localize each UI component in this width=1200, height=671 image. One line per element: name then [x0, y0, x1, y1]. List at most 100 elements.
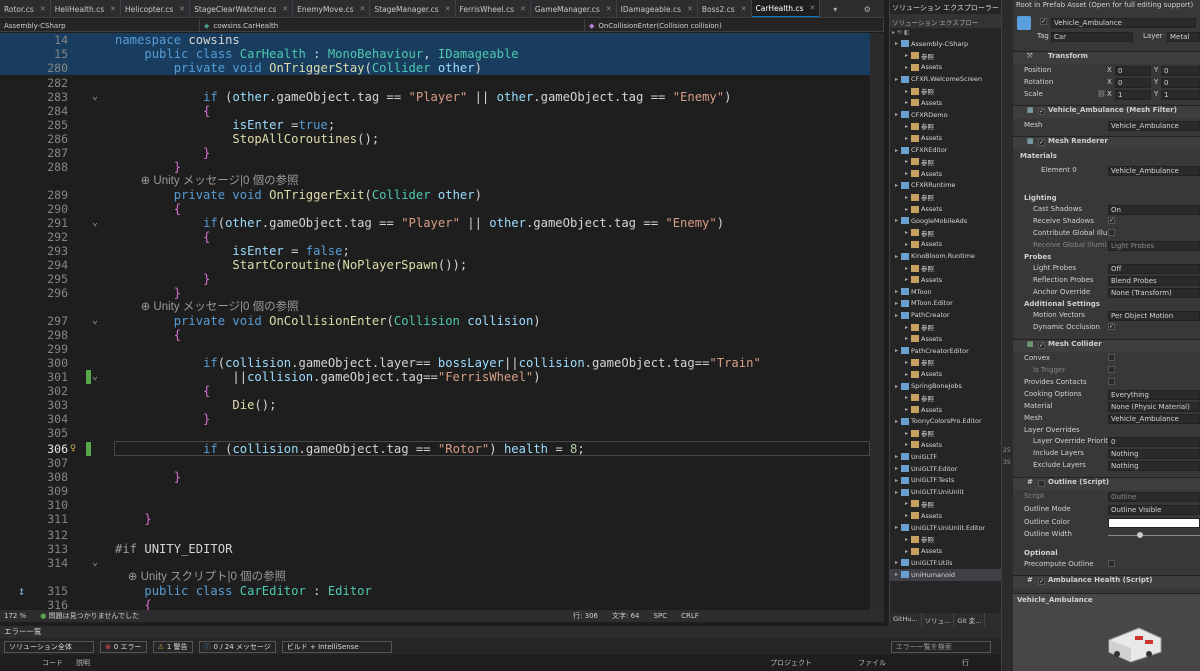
solution-tree-item[interactable]: ▸ 参照 [890, 533, 1001, 545]
expand-chevron-icon[interactable]: ▸ [892, 217, 901, 224]
solution-tree-item[interactable]: ▸ 参照 [890, 121, 1001, 133]
receive-shadows-checkbox[interactable]: ✓ [1108, 217, 1115, 224]
collapse-chevron-icon[interactable]: ⌄ [92, 90, 98, 104]
outline-width-slider[interactable] [1108, 535, 1200, 536]
expand-chevron-icon[interactable]: ▸ [902, 64, 911, 71]
layer-dropdown[interactable]: Metal [1167, 32, 1200, 42]
cooking-options-dropdown[interactable]: Everything [1108, 390, 1200, 400]
expand-chevron-icon[interactable]: ▸ [902, 406, 911, 413]
expand-chevron-icon[interactable]: ▸ [902, 135, 911, 142]
collapse-chevron-icon[interactable]: ⌄ [92, 556, 98, 570]
code-editor[interactable]: 14 namespace cowsins 15 public class CarH… [0, 33, 884, 610]
tab-ferriswheel[interactable]: FerrisWheel.cs ✕ [456, 0, 531, 17]
tab-stagemanager[interactable]: StageManager.cs ✕ [370, 0, 456, 17]
expand-chevron-icon[interactable]: ▸ [902, 441, 911, 448]
tag-dropdown[interactable]: Car [1051, 32, 1133, 42]
column-project[interactable]: プロジェクト [770, 658, 812, 668]
expand-chevron-icon[interactable]: ▸ [902, 371, 911, 378]
object-name-field[interactable]: Vehicle_Ambulance [1051, 18, 1196, 28]
expand-chevron-icon[interactable]: ▸ [902, 158, 911, 165]
expand-chevron-icon[interactable]: ▸ [892, 76, 901, 83]
solution-tree-item[interactable]: ▸ Assets [890, 545, 1001, 557]
expand-chevron-icon[interactable]: ▸ [892, 312, 901, 319]
zoom-level[interactable]: 172 % [4, 612, 26, 620]
light-probes-dropdown[interactable]: Off [1108, 264, 1200, 274]
references-icon[interactable]: ↕ [18, 584, 25, 598]
project-dropdown[interactable]: Assembly-CSharp [0, 19, 200, 32]
solution-tree-item[interactable]: ▸ Assets [890, 510, 1001, 522]
solution-tree-item[interactable]: ▸ UniGLTF.Utils [890, 557, 1001, 569]
outline-mode-dropdown[interactable]: Outline Visible [1108, 505, 1200, 515]
override-priority-field[interactable]: 0 [1108, 437, 1200, 447]
tab-helihealth[interactable]: HeliHealth.cs ✕ [51, 0, 122, 17]
expand-chevron-icon[interactable]: ▸ [902, 88, 911, 95]
build-source-dropdown[interactable]: ビルド + IntelliSense [281, 640, 392, 653]
mesh-renderer-section[interactable]: ▦ ✓ Mesh Renderer [1013, 136, 1200, 149]
solution-tree-item[interactable]: ▸ 参照 [890, 191, 1001, 203]
link-icon[interactable]: ⛓ [1097, 90, 1106, 98]
solution-tree-item[interactable]: ▸ UniGLTF.UniUnlit [890, 486, 1001, 498]
solution-tree-item[interactable]: ▸ Assets [890, 132, 1001, 144]
column-code[interactable]: コード [42, 658, 63, 668]
expand-chevron-icon[interactable]: ▸ [892, 489, 901, 496]
error-search-input[interactable]: エラー一覧を検索 [890, 640, 991, 653]
solution-tree-item[interactable]: ▸ UniGLTF.UniUnlit.Editor [890, 522, 1001, 534]
expand-chevron-icon[interactable]: ▸ [892, 383, 901, 390]
expand-chevron-icon[interactable]: ▸ [892, 288, 901, 295]
expand-chevron-icon[interactable]: ▸ [892, 111, 901, 118]
tab-close-icon[interactable]: ✕ [110, 5, 116, 13]
position-x-field[interactable]: 0 [1115, 66, 1151, 76]
precompute-outline-checkbox[interactable] [1108, 560, 1115, 567]
solution-tree-item[interactable]: ▸ UniGLTF.Editor [890, 463, 1001, 475]
solution-tree-item[interactable]: ▸ MToon [890, 286, 1001, 298]
solution-tree-item[interactable]: ▸ ToonyColorsPro.Editor [890, 416, 1001, 428]
motion-vectors-dropdown[interactable]: Per Object Motion [1108, 311, 1200, 321]
whitespace-indicator[interactable]: SPC [654, 612, 668, 620]
tab-close-icon[interactable]: ✕ [282, 5, 288, 13]
expand-chevron-icon[interactable]: ▸ [902, 536, 911, 543]
solution-tree-item[interactable]: ▸ Assets [890, 333, 1001, 345]
expand-chevron-icon[interactable]: ▸ [902, 512, 911, 519]
scale-x-field[interactable]: 1 [1115, 90, 1151, 100]
tab-close-icon[interactable]: ✕ [520, 5, 526, 13]
expand-chevron-icon[interactable]: ▸ [902, 500, 911, 507]
is-trigger-checkbox[interactable] [1108, 366, 1115, 373]
expand-chevron-icon[interactable]: ▸ [892, 465, 901, 472]
transform-section[interactable]: ⤧ Transform [1013, 51, 1200, 64]
tab-close-icon[interactable]: ✕ [445, 5, 451, 13]
solution-tree-item[interactable]: ▸ Assets [890, 62, 1001, 74]
solution-tree-item[interactable]: ▸ Assets [890, 368, 1001, 380]
lightbulb-icon[interactable]: ♀ [70, 442, 76, 456]
tab-close-icon[interactable]: ✕ [179, 5, 185, 13]
exclude-layers-dropdown[interactable]: Nothing [1108, 461, 1200, 471]
receive-gi-dropdown[interactable]: Light Probes [1108, 241, 1200, 251]
solution-tree-item[interactable]: ▸ 参照 [890, 50, 1001, 62]
collapse-chevron-icon[interactable]: ⌄ [92, 370, 98, 384]
expand-chevron-icon[interactable]: ▸ [892, 571, 901, 578]
tab-idamageable[interactable]: IDamageable.cs ✕ [617, 0, 698, 17]
tab-git-changes[interactable]: Git 変... [954, 613, 986, 626]
rotation-x-field[interactable]: 0 [1115, 78, 1151, 88]
expand-chevron-icon[interactable]: ▸ [902, 52, 911, 59]
solution-tree-item[interactable]: ▸ CFXR.WelcomeScreen [890, 73, 1001, 85]
tab-close-icon[interactable]: ✕ [741, 5, 747, 13]
scale-y-field[interactable]: 1 [1161, 90, 1200, 100]
solution-tree-item[interactable]: ▸ 参照 [890, 262, 1001, 274]
anchor-override-field[interactable]: None (Transform) [1108, 288, 1200, 298]
ambulance-health-section[interactable]: # ✓ Ambulance Health (Script) [1013, 575, 1200, 588]
tab-close-icon[interactable]: ✕ [40, 5, 46, 13]
column-description[interactable]: 説明 [76, 658, 90, 668]
solution-tree-item[interactable]: ▸ Assets [890, 97, 1001, 109]
tab-helicopter[interactable]: Helicopter.cs ✕ [121, 0, 191, 17]
expand-chevron-icon[interactable]: ▸ [902, 170, 911, 177]
cast-shadows-dropdown[interactable]: On [1108, 205, 1200, 215]
solution-tree-item[interactable]: ▸ CFXRDemo [890, 109, 1001, 121]
dynamic-occlusion-checkbox[interactable]: ✓ [1108, 323, 1115, 330]
solution-tree-item[interactable]: ▸ 参照 [890, 392, 1001, 404]
provides-contacts-checkbox[interactable] [1108, 378, 1115, 385]
line-ending-indicator[interactable]: CRLF [681, 612, 699, 620]
expand-chevron-icon[interactable]: ▸ [902, 394, 911, 401]
expand-chevron-icon[interactable]: ▸ [902, 194, 911, 201]
tab-close-icon[interactable]: ✕ [809, 4, 815, 12]
physic-material-field[interactable]: None (Physic Material) [1108, 402, 1200, 412]
